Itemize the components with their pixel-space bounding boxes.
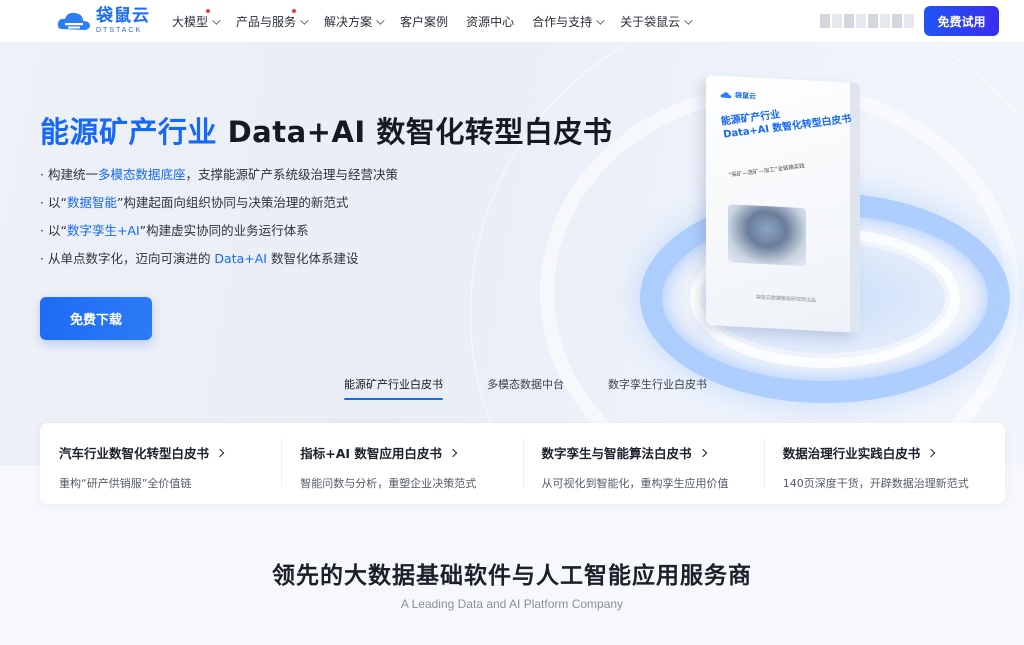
whitepaper-card[interactable]: 指标+AI 数智应用白皮书 智能问数与分析，重塑企业决策范式 [281, 423, 522, 504]
hero-banner: 能源矿产行业 Data+AI 数智化转型白皮书 · 构建统一多模态数据底座，支撑… [0, 43, 1024, 465]
book-title: 能源矿产行业 Data+AI 数智化转型白皮书 [720, 109, 853, 141]
menu-item-resources[interactable]: 资源中心 [466, 13, 514, 30]
cloud-logo-icon [720, 92, 732, 99]
section-title: 领先的大数据基础软件与人工智能应用服务商 [272, 563, 752, 589]
chevron-down-icon [684, 15, 693, 25]
bullet-highlight: 多模态数据底座 [97, 167, 186, 182]
bullet-highlight: 数据智能 [66, 195, 117, 210]
logo-subname: DTSTACK [96, 27, 143, 34]
card-title: 数据治理行业实践白皮书 [782, 446, 921, 461]
whitepaper-book-cover[interactable]: 袋鼠云 能源矿产行业 Data+AI 数智化转型白皮书 “采矿—选矿—加工”全链… [706, 74, 860, 334]
new-dot [206, 9, 210, 13]
card-description: 智能问数与分析，重塑企业决策范式 [300, 477, 477, 490]
tab-multimodal-platform[interactable]: 多模态数据中台 [487, 376, 564, 400]
menu-item-label: 合作与支持 [532, 15, 593, 29]
whitepaper-cards: 汽车行业数智化转型白皮书 重构“研产供销服”全价值链 指标+AI 数智应用白皮书… [40, 423, 1005, 504]
user-account-blurred[interactable] [820, 14, 914, 28]
whitepaper-card[interactable]: 汽车行业数智化转型白皮书 重构“研产供销服”全价值链 [40, 423, 281, 504]
chevron-right-icon [927, 448, 936, 457]
chevron-right-icon [215, 448, 225, 457]
menu-item-label: 解决方案 [324, 15, 373, 29]
menu-item-solutions[interactable]: 解决方案 [324, 13, 385, 30]
hero-bullet: · 从单点数字化，迈向可演进的 Data+AI 数智化体系建设 [40, 251, 359, 266]
hero-title: 能源矿产行业 Data+AI 数智化转型白皮书 [40, 109, 612, 151]
menu-item-products[interactable]: 产品与服务 [236, 9, 309, 30]
menu-item-cases[interactable]: 客户案例 [400, 13, 448, 30]
chevron-right-icon [448, 448, 458, 457]
book-logo: 袋鼠云 [720, 90, 756, 102]
chevron-down-icon [212, 15, 221, 25]
bullet-highlight: 数字孪生+AI [66, 223, 140, 238]
hero-bullet-list: · 构建统一多模态数据底座，支撑能源矿产系统级治理与经营决策 · 以“数据智能”… [40, 161, 398, 273]
card-title: 汽车行业数智化转型白皮书 [59, 446, 210, 461]
new-dot [292, 9, 297, 13]
top-navbar: 袋鼠云 DTSTACK 大模型 产品与服务 解决方案 客户案例 资源中心 合作与… [0, 0, 1024, 43]
mineral-image [728, 204, 806, 267]
menu-item-partners[interactable]: 合作与支持 [532, 13, 605, 30]
chevron-right-icon [698, 448, 707, 457]
menu-item-about[interactable]: 关于袋鼠云 [620, 13, 693, 30]
tab-energy-whitepaper[interactable]: 能源矿产行业白皮书 [344, 376, 443, 400]
free-trial-button[interactable]: 免费试用 [924, 6, 999, 36]
book-subtitle: “采矿—选矿—加工”全链路实践 [728, 163, 806, 179]
book-footer: 袋鼠云数据智能研究院出品 [756, 294, 817, 304]
cloud-logo-icon [56, 9, 92, 33]
whitepaper-card[interactable]: 数据治理行业实践白皮书 140页深度干货，开辟数据治理新范式 [763, 423, 1005, 504]
menu-item-label: 产品与服务 [236, 15, 297, 29]
hero-title-rest: Data+AI 数智化转型白皮书 [217, 115, 613, 149]
tab-digital-twin-whitepaper[interactable]: 数字孪生行业白皮书 [608, 376, 707, 400]
bullet-highlight: Data+AI [214, 251, 267, 266]
menu-item-label: 大模型 [172, 15, 209, 29]
chevron-down-icon [300, 15, 309, 25]
section-subtitle: A Leading Data and AI Platform Company [400, 597, 624, 611]
whitepaper-card[interactable]: 数字孪生与智能算法白皮书 从可视化到智能化，重构孪生应用价值 [522, 423, 764, 504]
logo-name: 袋鼠云 [96, 6, 150, 26]
free-download-button[interactable]: 免费下载 [40, 297, 152, 340]
chevron-down-icon [596, 15, 605, 25]
menu-item-label: 关于袋鼠云 [620, 15, 681, 29]
card-description: 从可视化到智能化，重构孪生应用价值 [541, 477, 729, 490]
hero-title-highlight: 能源矿产行业 [40, 115, 218, 149]
hero-bullet: · 以“数据智能”构建起面向组织协同与决策治理的新范式 [40, 195, 349, 210]
card-title: 指标+AI 数智应用白皮书 [300, 446, 442, 461]
whitepaper-tabs: 能源矿产行业白皮书 多模态数据中台 数字孪生行业白皮书 [344, 376, 751, 400]
menu-item-llm[interactable]: 大模型 [172, 9, 221, 30]
card-description: 重构“研产供销服”全价值链 [59, 477, 192, 490]
logo[interactable]: 袋鼠云 DTSTACK [56, 8, 150, 34]
hero-bullet: · 以“数字孪生+AI”构建虚实协同的业务运行体系 [40, 223, 309, 238]
chevron-down-icon [376, 15, 385, 25]
card-title: 数字孪生与智能算法白皮书 [541, 446, 692, 461]
hero-bullet: · 构建统一多模态数据底座，支撑能源矿产系统级治理与经营决策 [40, 167, 398, 182]
main-menu: 大模型 产品与服务 解决方案 客户案例 资源中心 合作与支持 关于袋鼠云 [172, 0, 708, 43]
card-description: 140页深度干货，开辟数据治理新范式 [782, 477, 969, 490]
menu-item-label: 资源中心 [466, 15, 515, 29]
menu-item-label: 客户案例 [400, 15, 449, 29]
